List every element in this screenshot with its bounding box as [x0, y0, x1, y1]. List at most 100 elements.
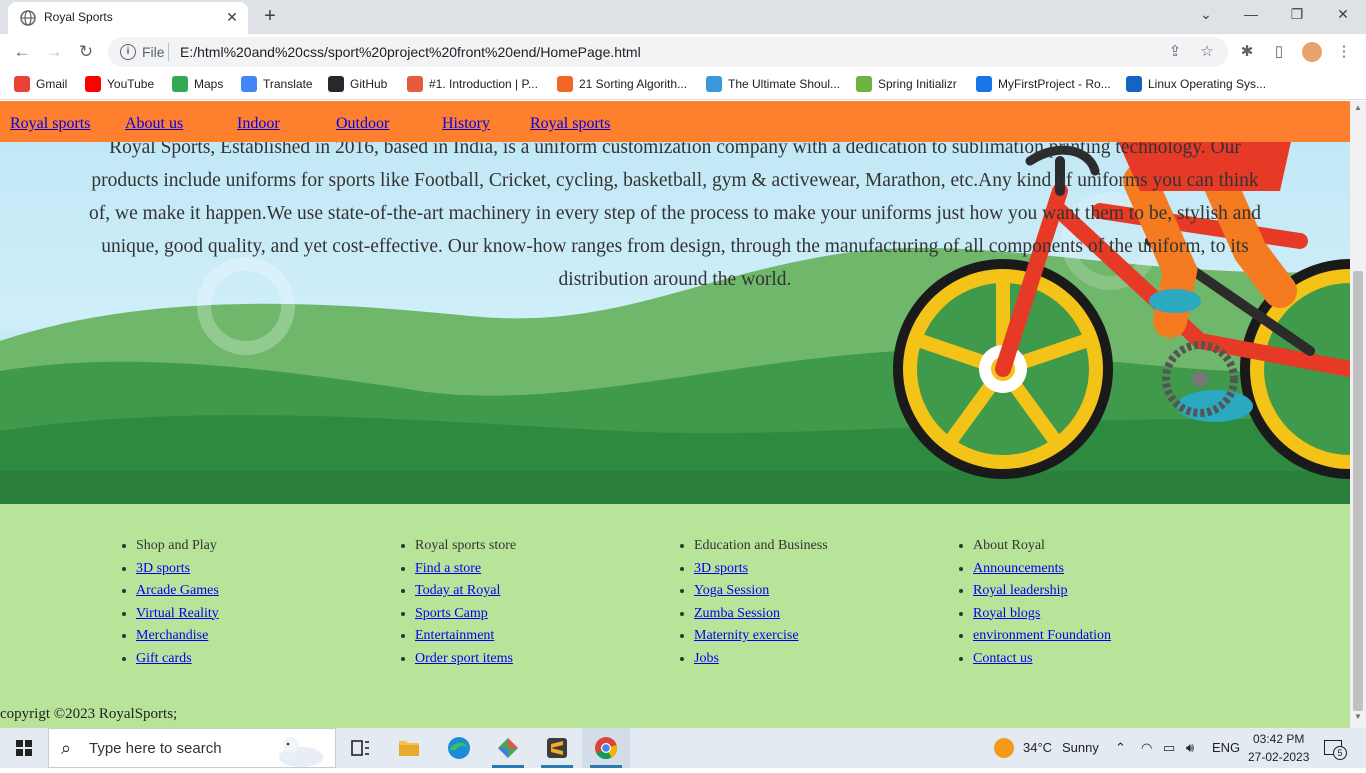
- clock-time[interactable]: 03:42 PM: [1253, 732, 1304, 746]
- chrome-icon: [595, 737, 617, 759]
- footer-link[interactable]: Gift cards: [136, 651, 192, 666]
- footer-column-store: Royal sports store Find a store Today at…: [397, 537, 516, 672]
- task-view-button[interactable]: [336, 728, 384, 768]
- footer-link[interactable]: Virtual Reality: [136, 606, 219, 621]
- footer-link[interactable]: 3D sports: [694, 561, 748, 576]
- footer-link[interactable]: Find a store: [415, 561, 481, 576]
- footer-link[interactable]: Arcade Games: [136, 583, 219, 598]
- back-button[interactable]: ←: [10, 41, 34, 63]
- sun-weather-icon[interactable]: [994, 738, 1014, 758]
- footer-heading: Royal sports store: [415, 537, 516, 560]
- maps-icon: [172, 76, 188, 92]
- network-icon[interactable]: ◠: [1141, 740, 1152, 756]
- taskbar-gitkraken[interactable]: [484, 728, 532, 768]
- hero-section: Royal Sports, Established in 2016, based…: [0, 101, 1350, 504]
- browser-tab[interactable]: Royal Sports ✕: [8, 2, 248, 34]
- footer-link[interactable]: Royal leadership: [973, 583, 1067, 598]
- bookmark-github[interactable]: GitHub: [328, 76, 387, 94]
- volume-icon[interactable]: 🔊︎: [1186, 740, 1194, 756]
- folder-icon: [399, 741, 419, 756]
- footer-link[interactable]: Today at Royal: [415, 583, 500, 598]
- bookmark-translate[interactable]: Translate: [241, 76, 313, 94]
- footer-column-education: Education and Business 3D sports Yoga Se…: [676, 537, 828, 672]
- bookmark-ultimate-shoul[interactable]: The Ultimate Shoul...: [706, 76, 840, 94]
- nav-link-history[interactable]: History: [442, 115, 490, 133]
- language-indicator[interactable]: ENG: [1212, 740, 1240, 755]
- site-info-icon[interactable]: i: [120, 44, 136, 60]
- clock-date[interactable]: 27-02-2023: [1248, 750, 1309, 764]
- footer-link[interactable]: Contact us: [973, 651, 1033, 666]
- bookmark-spring-initializr[interactable]: Spring Initializr: [856, 76, 957, 94]
- footer-link[interactable]: Royal blogs: [973, 606, 1040, 621]
- bookmark-maps[interactable]: Maps: [172, 76, 223, 94]
- url-text[interactable]: E:/html%20and%20css/sport%20project%20fr…: [180, 44, 641, 60]
- nav-link-royal-sports-2[interactable]: Royal sports: [530, 115, 610, 133]
- footer-link[interactable]: Maternity exercise: [694, 628, 799, 643]
- footer-link[interactable]: Merchandise: [136, 628, 208, 643]
- share-icon[interactable]: ⇪: [1166, 43, 1184, 61]
- nav-link-about-us[interactable]: About us: [125, 115, 183, 133]
- footer-link[interactable]: Yoga Session: [694, 583, 769, 598]
- browser-toolbar: ← → ↻ i File E:/html%20and%20css/sport%2…: [0, 34, 1366, 70]
- search-icon: ⌕: [61, 738, 72, 758]
- tab-title: Royal Sports: [44, 10, 113, 24]
- windows-logo-icon: [16, 740, 32, 756]
- polar-bear-search-highlight-icon: [279, 737, 323, 767]
- bookmark-linux-os[interactable]: Linux Operating Sys...: [1126, 76, 1266, 94]
- profile-avatar[interactable]: [1302, 42, 1322, 62]
- taskbar-search-box[interactable]: ⌕ Type here to search: [48, 728, 336, 768]
- nav-link-indoor[interactable]: Indoor: [237, 115, 280, 133]
- scrollbar-thumb[interactable]: [1353, 271, 1363, 711]
- bookmark-sorting-algorithms[interactable]: 21 Sorting Algorith...: [557, 76, 687, 94]
- taskbar-sublime-text[interactable]: [533, 728, 581, 768]
- weather-temperature[interactable]: 34°C: [1023, 740, 1052, 755]
- footer-link[interactable]: 3D sports: [136, 561, 190, 576]
- footer-link[interactable]: Zumba Session: [694, 606, 780, 621]
- extensions-icon[interactable]: ✱: [1237, 42, 1257, 62]
- taskbar-chrome[interactable]: [582, 728, 630, 768]
- side-panel-icon[interactable]: ▯: [1269, 42, 1289, 62]
- close-tab-icon[interactable]: ✕: [224, 9, 240, 25]
- notification-center-icon[interactable]: 5: [1324, 740, 1347, 760]
- notification-count-badge: 5: [1333, 746, 1347, 760]
- footer-column-about: About Royal Announcements Royal leadersh…: [955, 537, 1111, 672]
- minimize-button[interactable]: —: [1237, 6, 1265, 26]
- weather-description[interactable]: Sunny: [1062, 740, 1099, 755]
- task-view-icon: [351, 740, 369, 756]
- close-window-button[interactable]: ✕: [1329, 6, 1357, 26]
- bookmark-introduction[interactable]: #1. Introduction | P...: [407, 76, 538, 94]
- youtube-icon: [85, 76, 101, 92]
- tab-search-icon[interactable]: ⌄: [1192, 6, 1220, 26]
- nav-link-royal-sports[interactable]: Royal sports: [10, 115, 90, 133]
- footer-link[interactable]: Sports Camp: [415, 606, 488, 621]
- reload-button[interactable]: ↻: [74, 41, 98, 63]
- battery-icon[interactable]: ▭: [1163, 740, 1175, 756]
- forward-button[interactable]: →: [42, 41, 66, 63]
- bookmark-myfirstproject[interactable]: MyFirstProject - Ro...: [976, 76, 1111, 94]
- footer-link[interactable]: Order sport items: [415, 651, 513, 666]
- footer-link[interactable]: Jobs: [694, 651, 719, 666]
- show-hidden-icons-chevron-icon[interactable]: ⌃: [1115, 740, 1126, 756]
- footer-link[interactable]: environment Foundation: [973, 628, 1111, 643]
- scroll-up-arrow[interactable]: ▲: [1350, 103, 1366, 117]
- bookmark-youtube[interactable]: YouTube: [85, 76, 154, 94]
- footer-link[interactable]: Announcements: [973, 561, 1064, 576]
- taskbar-file-explorer[interactable]: [385, 728, 433, 768]
- scroll-down-arrow[interactable]: ▼: [1350, 712, 1366, 726]
- restore-button[interactable]: ❐: [1283, 6, 1311, 26]
- page-scrollbar[interactable]: ▲ ▼: [1350, 101, 1366, 728]
- start-button[interactable]: [0, 728, 48, 768]
- copyright-text: copyrigt ©2023 RoyalSports;: [0, 706, 178, 722]
- new-tab-button[interactable]: +: [256, 5, 284, 29]
- taskbar-edge[interactable]: [435, 728, 483, 768]
- page-viewport: Royal Sports, Established in 2016, based…: [0, 101, 1350, 728]
- bookmark-star-icon[interactable]: ☆: [1198, 43, 1216, 61]
- footer-link[interactable]: Entertainment: [415, 628, 494, 643]
- bookmark-site-icon: [407, 76, 423, 92]
- bookmarks-bar: Gmail YouTube Maps Translate GitHub #1. …: [0, 70, 1366, 100]
- address-bar[interactable]: i File E:/html%20and%20css/sport%20proje…: [108, 37, 1228, 67]
- nav-link-outdoor[interactable]: Outdoor: [336, 115, 389, 133]
- footer-heading: About Royal: [973, 537, 1111, 560]
- bookmark-gmail[interactable]: Gmail: [14, 76, 67, 94]
- menu-icon[interactable]: ⋮: [1334, 42, 1354, 62]
